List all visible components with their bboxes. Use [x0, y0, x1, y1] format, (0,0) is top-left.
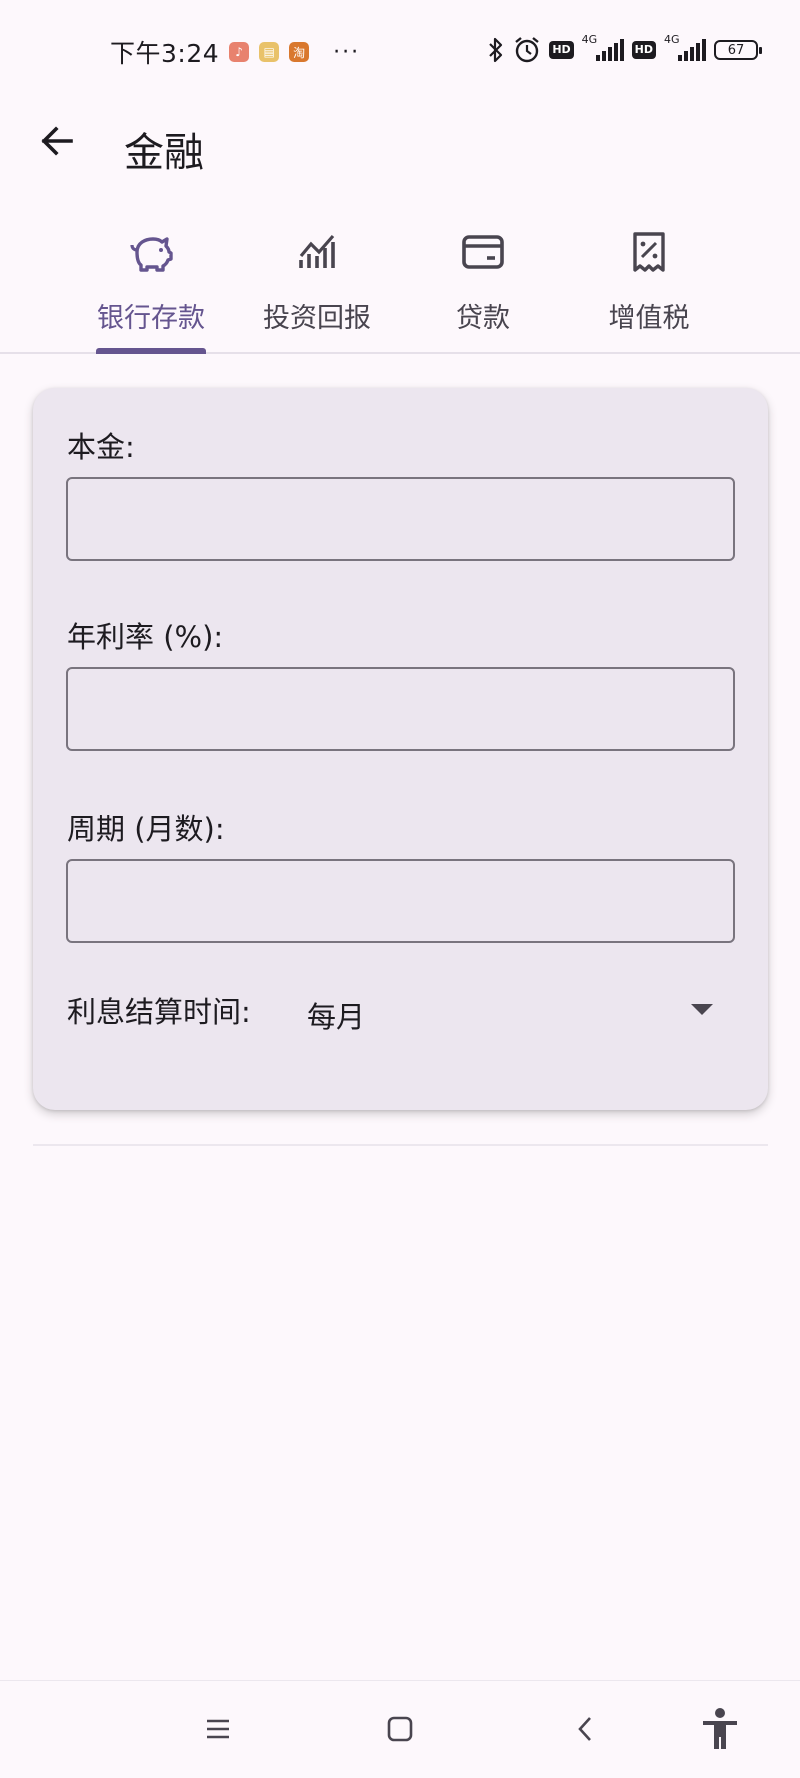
more-notifications-icon: ··· — [333, 39, 361, 65]
app-notification-icon: ▤ — [259, 42, 280, 62]
signal-2: 4G — [664, 33, 706, 61]
piggy-bank-icon — [129, 230, 173, 274]
period-input[interactable] — [66, 859, 735, 943]
tab-label: 投资回报 — [263, 303, 371, 334]
alarm-icon — [513, 36, 541, 64]
status-bar: 下午3:24 ♪ ▤ 淘 ··· HD 4G HD 4G 67 — [0, 0, 800, 104]
signal-1: 4G — [582, 33, 624, 61]
arrow-left-icon — [41, 126, 73, 156]
taobao-notification-icon: 淘 — [289, 42, 310, 62]
tab-bar: 银行存款 投资回报 贷款 增值税 — [0, 222, 800, 354]
battery-icon: 67 — [714, 40, 762, 60]
bluetooth-icon — [487, 37, 505, 63]
accessibility-icon — [703, 1708, 737, 1749]
system-nav-bar — [0, 1680, 800, 1778]
chart-bars-icon — [295, 230, 339, 274]
interest-settlement-dropdown[interactable]: 每月 — [67, 980, 736, 1040]
deposit-form-card: 本金: 年利率 (%): 周期 (月数): 利息结算时间: 每月 — [33, 388, 768, 1110]
menu-lines-icon — [207, 1719, 229, 1739]
hd-badge: HD — [549, 41, 574, 59]
active-tab-indicator — [96, 348, 206, 354]
status-right: HD 4G HD 4G 67 — [487, 33, 762, 64]
home-button[interactable] — [370, 1701, 430, 1757]
annual-rate-label: 年利率 (%): — [67, 620, 224, 654]
interest-settlement-row: 利息结算时间: 每月 — [67, 980, 736, 1040]
network-type: 4G — [581, 33, 598, 46]
signal-bars-icon — [595, 39, 624, 61]
system-back-button[interactable] — [555, 1701, 615, 1757]
tab-label: 贷款 — [456, 303, 510, 334]
network-type: 4G — [664, 33, 680, 46]
back-button[interactable] — [32, 116, 82, 166]
status-left: 下午3:24 ♪ ▤ 淘 ··· — [110, 34, 360, 70]
page-title: 金融 — [124, 130, 204, 176]
dropdown-arrow-icon — [690, 1000, 714, 1020]
tiktok-notification-icon: ♪ — [229, 42, 250, 62]
period-label: 周期 (月数): — [67, 812, 225, 846]
interest-settlement-value: 每月 — [307, 1000, 366, 1034]
tax-receipt-icon — [627, 230, 671, 274]
recent-apps-button[interactable] — [188, 1701, 248, 1757]
hd-badge: HD — [631, 41, 656, 59]
tab-label: 增值税 — [608, 303, 690, 334]
tab-label: 银行存款 — [97, 303, 205, 334]
app-bar: 金融 — [0, 104, 800, 184]
chevron-left-icon — [578, 1717, 591, 1741]
tab-vat[interactable]: 增值税 — [549, 222, 749, 354]
home-square-icon — [387, 1716, 413, 1742]
signal-bars-icon — [678, 39, 706, 61]
content-divider — [33, 1144, 768, 1146]
status-time: 下午3:24 — [110, 39, 220, 68]
wallet-icon — [461, 230, 505, 274]
accessibility-button[interactable] — [690, 1701, 750, 1757]
principal-input[interactable] — [66, 477, 735, 561]
annual-rate-input[interactable] — [66, 667, 735, 751]
principal-label: 本金: — [67, 430, 135, 464]
